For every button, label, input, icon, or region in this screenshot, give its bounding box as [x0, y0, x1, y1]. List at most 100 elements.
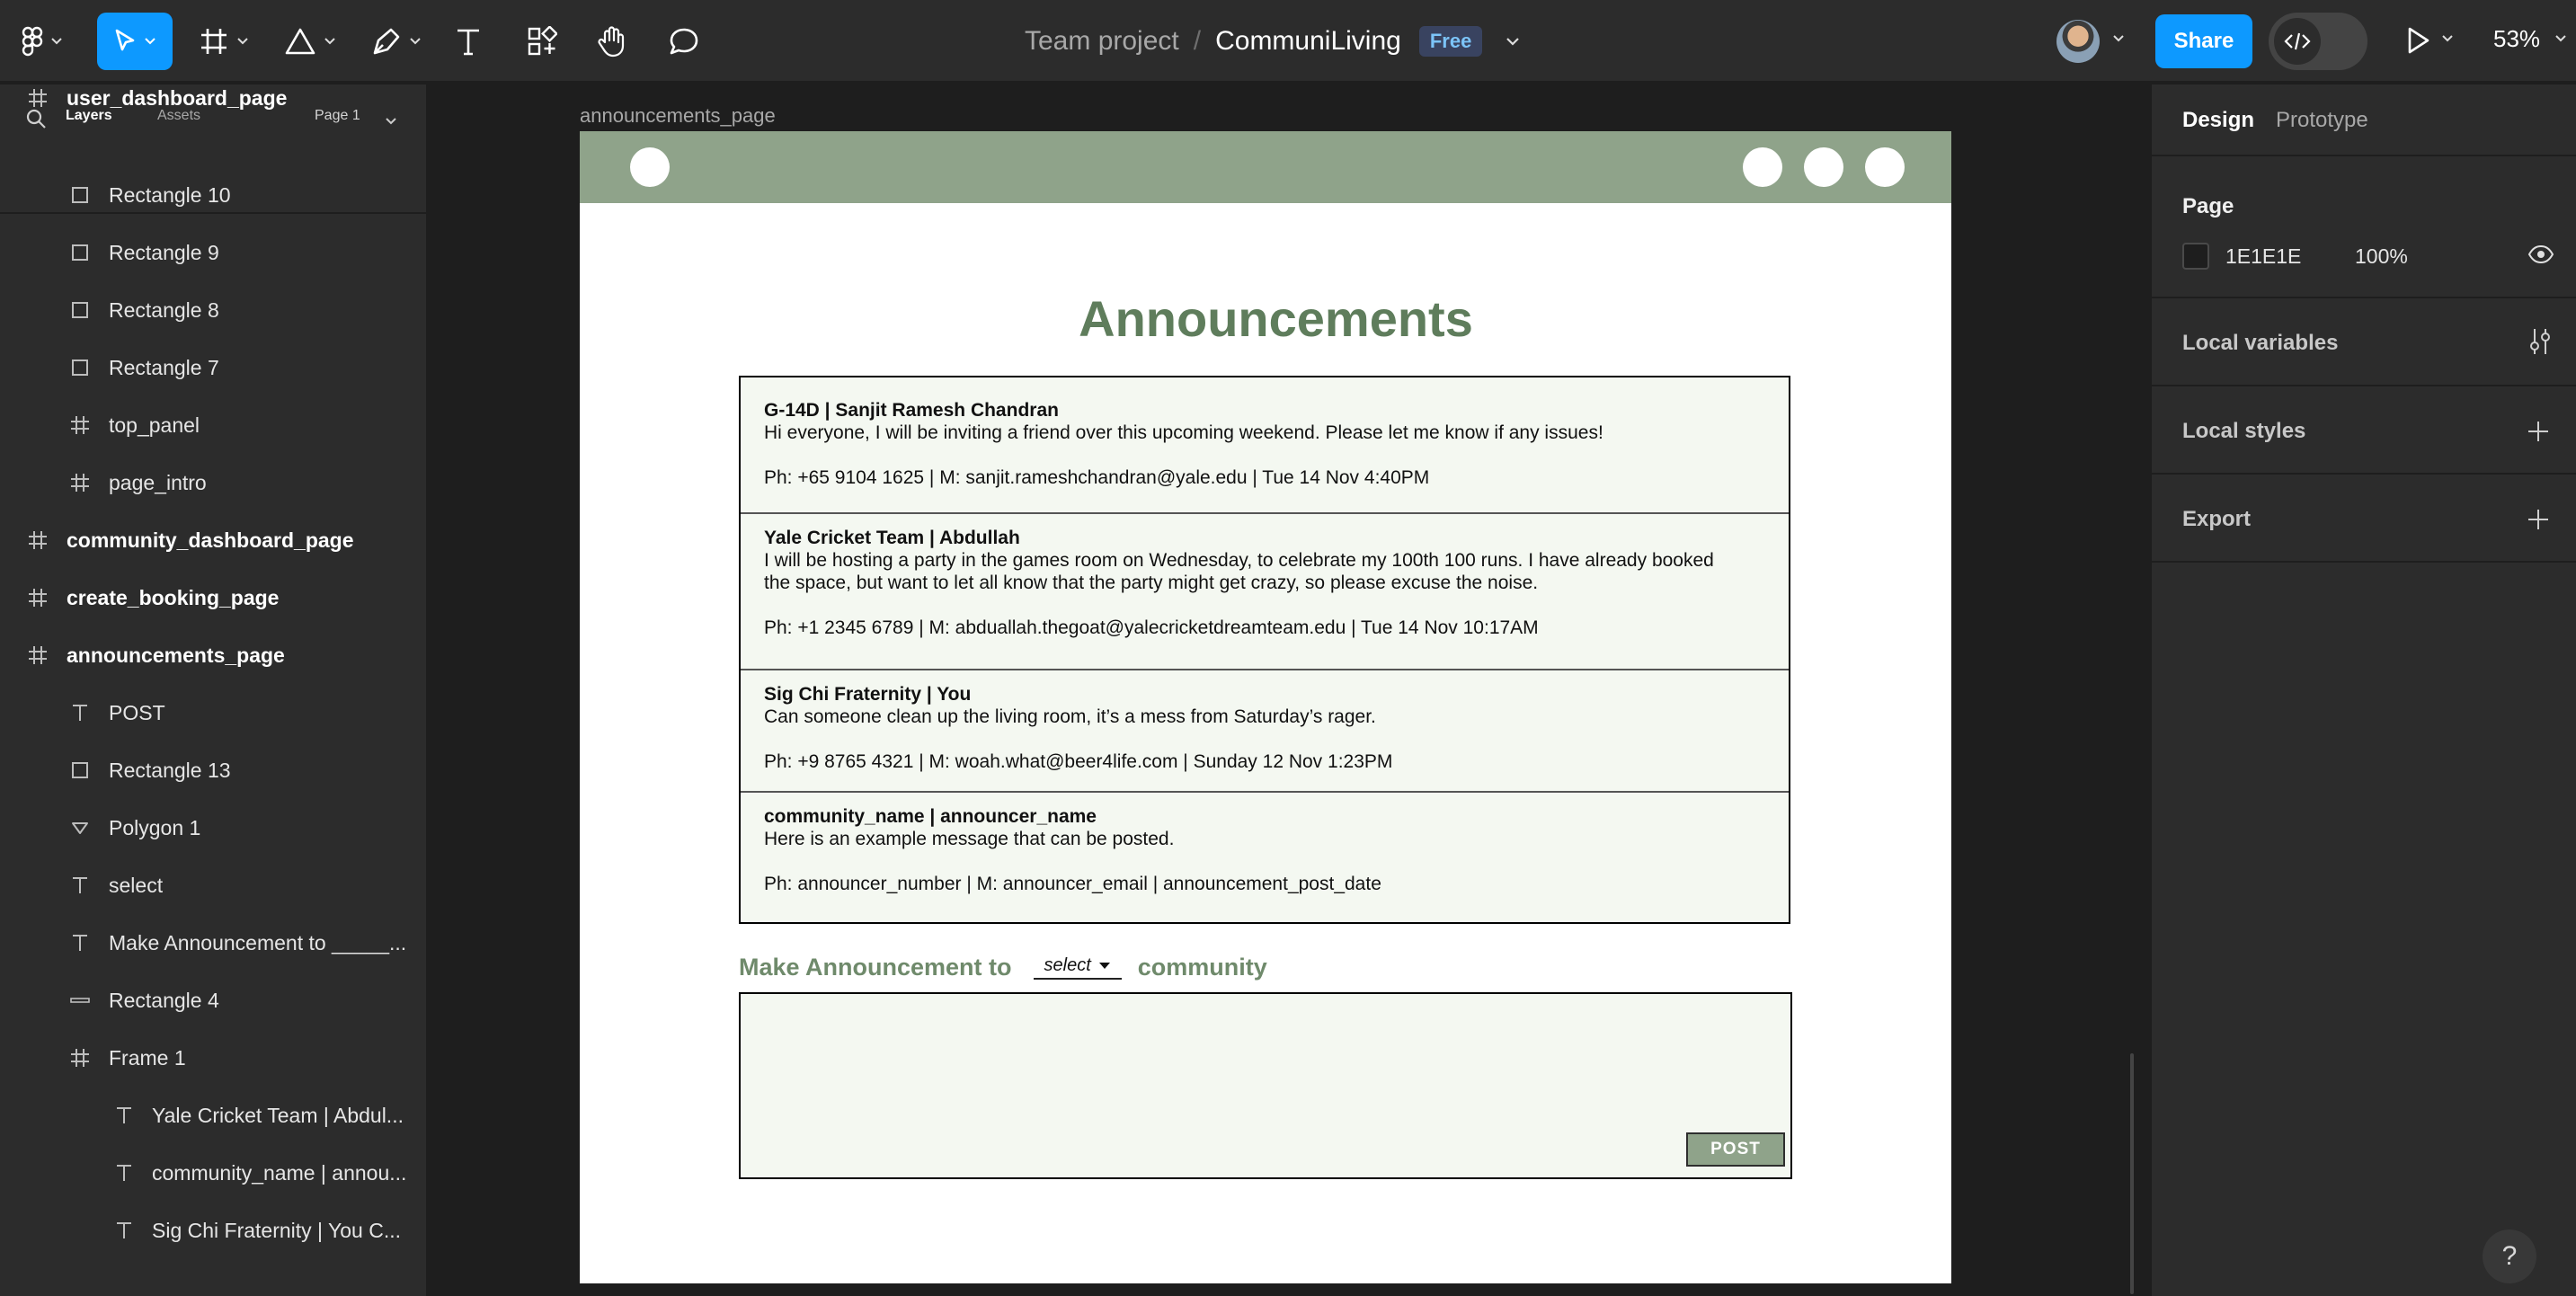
- chevron-down-icon[interactable]: [1506, 37, 1520, 46]
- frame-tool-button[interactable]: [189, 13, 259, 70]
- pen-tool-button[interactable]: [361, 13, 431, 70]
- export-section[interactable]: Export: [2152, 476, 2576, 563]
- frame-icon: [27, 587, 49, 608]
- layer-row[interactable]: user_dashboard_page: [0, 84, 426, 127]
- main-menu-button[interactable]: [13, 13, 72, 70]
- layer-row[interactable]: Rectangle 8: [0, 281, 426, 339]
- frame-icon: [27, 529, 49, 551]
- figma-menu-icon: [22, 26, 43, 57]
- page-opacity[interactable]: 100%: [2355, 244, 2408, 269]
- community-select[interactable]: select: [1033, 954, 1122, 980]
- move-tool-icon: [115, 29, 135, 51]
- layer-label: select: [109, 874, 164, 897]
- breadcrumb-separator: /: [1193, 26, 1202, 56]
- line-icon: [69, 990, 91, 1011]
- announcement-item: Sig Chi Fraternity | You Can someone cle…: [741, 669, 1789, 773]
- rectangle-icon: [69, 357, 91, 378]
- plus-icon[interactable]: [2527, 509, 2549, 530]
- components-tool-button[interactable]: [520, 13, 564, 70]
- avatar[interactable]: [2056, 20, 2100, 63]
- community-label: community: [1137, 953, 1267, 981]
- layer-row[interactable]: Frame 1: [0, 1029, 426, 1087]
- community-select-value: select: [1044, 954, 1091, 975]
- logo-placeholder[interactable]: [630, 147, 670, 187]
- post-button[interactable]: POST: [1686, 1132, 1785, 1167]
- move-tool-button[interactable]: [97, 13, 173, 70]
- frame-label[interactable]: announcements_page: [580, 104, 776, 128]
- comment-tool-button[interactable]: [662, 13, 706, 70]
- layer-row[interactable]: community_dashboard_page: [0, 511, 426, 569]
- rectangle-icon: [69, 759, 91, 781]
- announcements-frame[interactable]: Announcements G-14D | Sanjit Ramesh Chan…: [580, 131, 1951, 1283]
- breadcrumb-team[interactable]: Team project: [1025, 26, 1179, 57]
- tab-prototype[interactable]: Prototype: [2276, 108, 2368, 133]
- local-variables-section[interactable]: Local variables: [2152, 300, 2576, 386]
- help-button[interactable]: ?: [2483, 1229, 2536, 1283]
- announcement-contact: Ph: announcer_number | M: announcer_emai…: [764, 874, 1381, 894]
- announcement-header: community_name | announcer_name: [764, 806, 1097, 827]
- local-variables-heading: Local variables: [2182, 331, 2339, 355]
- layer-label: Sig Chi Fraternity | You C...: [152, 1219, 401, 1242]
- file-name[interactable]: CommuniLiving: [1215, 26, 1401, 57]
- layer-row[interactable]: Rectangle 10: [0, 166, 426, 224]
- layer-row[interactable]: POST: [0, 684, 426, 741]
- text-icon: [113, 1162, 135, 1184]
- share-button[interactable]: Share: [2155, 14, 2252, 68]
- frame-icon: [69, 1047, 91, 1069]
- layer-label: user_dashboard_page: [67, 86, 288, 110]
- layer-row[interactable]: Polygon 1: [0, 799, 426, 857]
- layer-label: community_name | annou...: [152, 1161, 407, 1185]
- top-bar: [580, 131, 1951, 203]
- layer-row[interactable]: announcements_page: [0, 626, 426, 684]
- layer-label: Make Announcement to _____...: [109, 931, 407, 954]
- canvas-scrollbar[interactable]: [2130, 1053, 2134, 1294]
- layer-row[interactable]: select: [0, 857, 426, 914]
- nav-circle-2[interactable]: [1804, 147, 1843, 187]
- layer-row[interactable]: Rectangle 13: [0, 741, 426, 799]
- announcement-textarea[interactable]: POST: [739, 992, 1792, 1179]
- layer-row[interactable]: Sig Chi Fraternity | You C...: [0, 1202, 426, 1259]
- layer-row[interactable]: community_name | annou...: [0, 1144, 426, 1202]
- eye-icon[interactable]: [2527, 244, 2554, 264]
- layer-row[interactable]: Yale Cricket Team | Abdul...: [0, 1087, 426, 1144]
- text-tool-button[interactable]: [448, 13, 489, 70]
- layer-row[interactable]: Rectangle 9: [0, 224, 426, 281]
- present-icon[interactable]: [2405, 25, 2432, 56]
- layer-row[interactable]: Rectangle 7: [0, 339, 426, 396]
- plus-icon[interactable]: [2527, 421, 2549, 442]
- dev-mode-toggle[interactable]: [2269, 13, 2367, 70]
- canvas[interactable]: announcements_page Announcements G-14D |…: [430, 84, 2150, 1296]
- chevron-down-icon: [324, 38, 335, 45]
- shape-tool-button[interactable]: [275, 13, 345, 70]
- page-heading: Page: [2182, 194, 2234, 218]
- tab-design[interactable]: Design: [2182, 108, 2254, 133]
- announcement-contact: Ph: +65 9104 1625 | M: sanjit.rameshchan…: [764, 467, 1430, 488]
- page-section: Page 1E1E1E 100%: [2152, 158, 2576, 298]
- layer-row[interactable]: page_intro: [0, 454, 426, 511]
- nav-circle-1[interactable]: [1743, 147, 1782, 187]
- zoom-level[interactable]: 53%: [2493, 25, 2540, 53]
- page-color-hex[interactable]: 1E1E1E: [2225, 244, 2301, 269]
- chevron-down-icon[interactable]: [2441, 34, 2454, 43]
- layer-row[interactable]: Rectangle 4: [0, 972, 426, 1029]
- chevron-down-icon[interactable]: [2112, 34, 2125, 43]
- chevron-down-icon[interactable]: [2554, 34, 2567, 43]
- page-color-swatch[interactable]: [2182, 243, 2209, 270]
- layer-label: create_booking_page: [67, 586, 280, 609]
- shape-tool-icon: [285, 28, 315, 55]
- layer-row[interactable]: top_panel: [0, 396, 426, 454]
- layer-row[interactable]: Make Announcement to _____...: [0, 914, 426, 972]
- components-icon: [528, 26, 557, 56]
- sliders-icon[interactable]: [2527, 327, 2553, 356]
- nav-circle-3[interactable]: [1865, 147, 1905, 187]
- text-icon: [69, 874, 91, 896]
- layer-row[interactable]: create_booking_page: [0, 569, 426, 626]
- chevron-down-icon: [410, 38, 421, 45]
- layer-label: community_dashboard_page: [67, 528, 354, 552]
- chevron-down-icon: [51, 38, 62, 45]
- local-styles-heading: Local styles: [2182, 419, 2306, 443]
- local-styles-section[interactable]: Local styles: [2152, 388, 2576, 475]
- frame-icon: [27, 644, 49, 666]
- hand-tool-button[interactable]: [590, 13, 635, 70]
- chevron-down-icon: [145, 38, 155, 45]
